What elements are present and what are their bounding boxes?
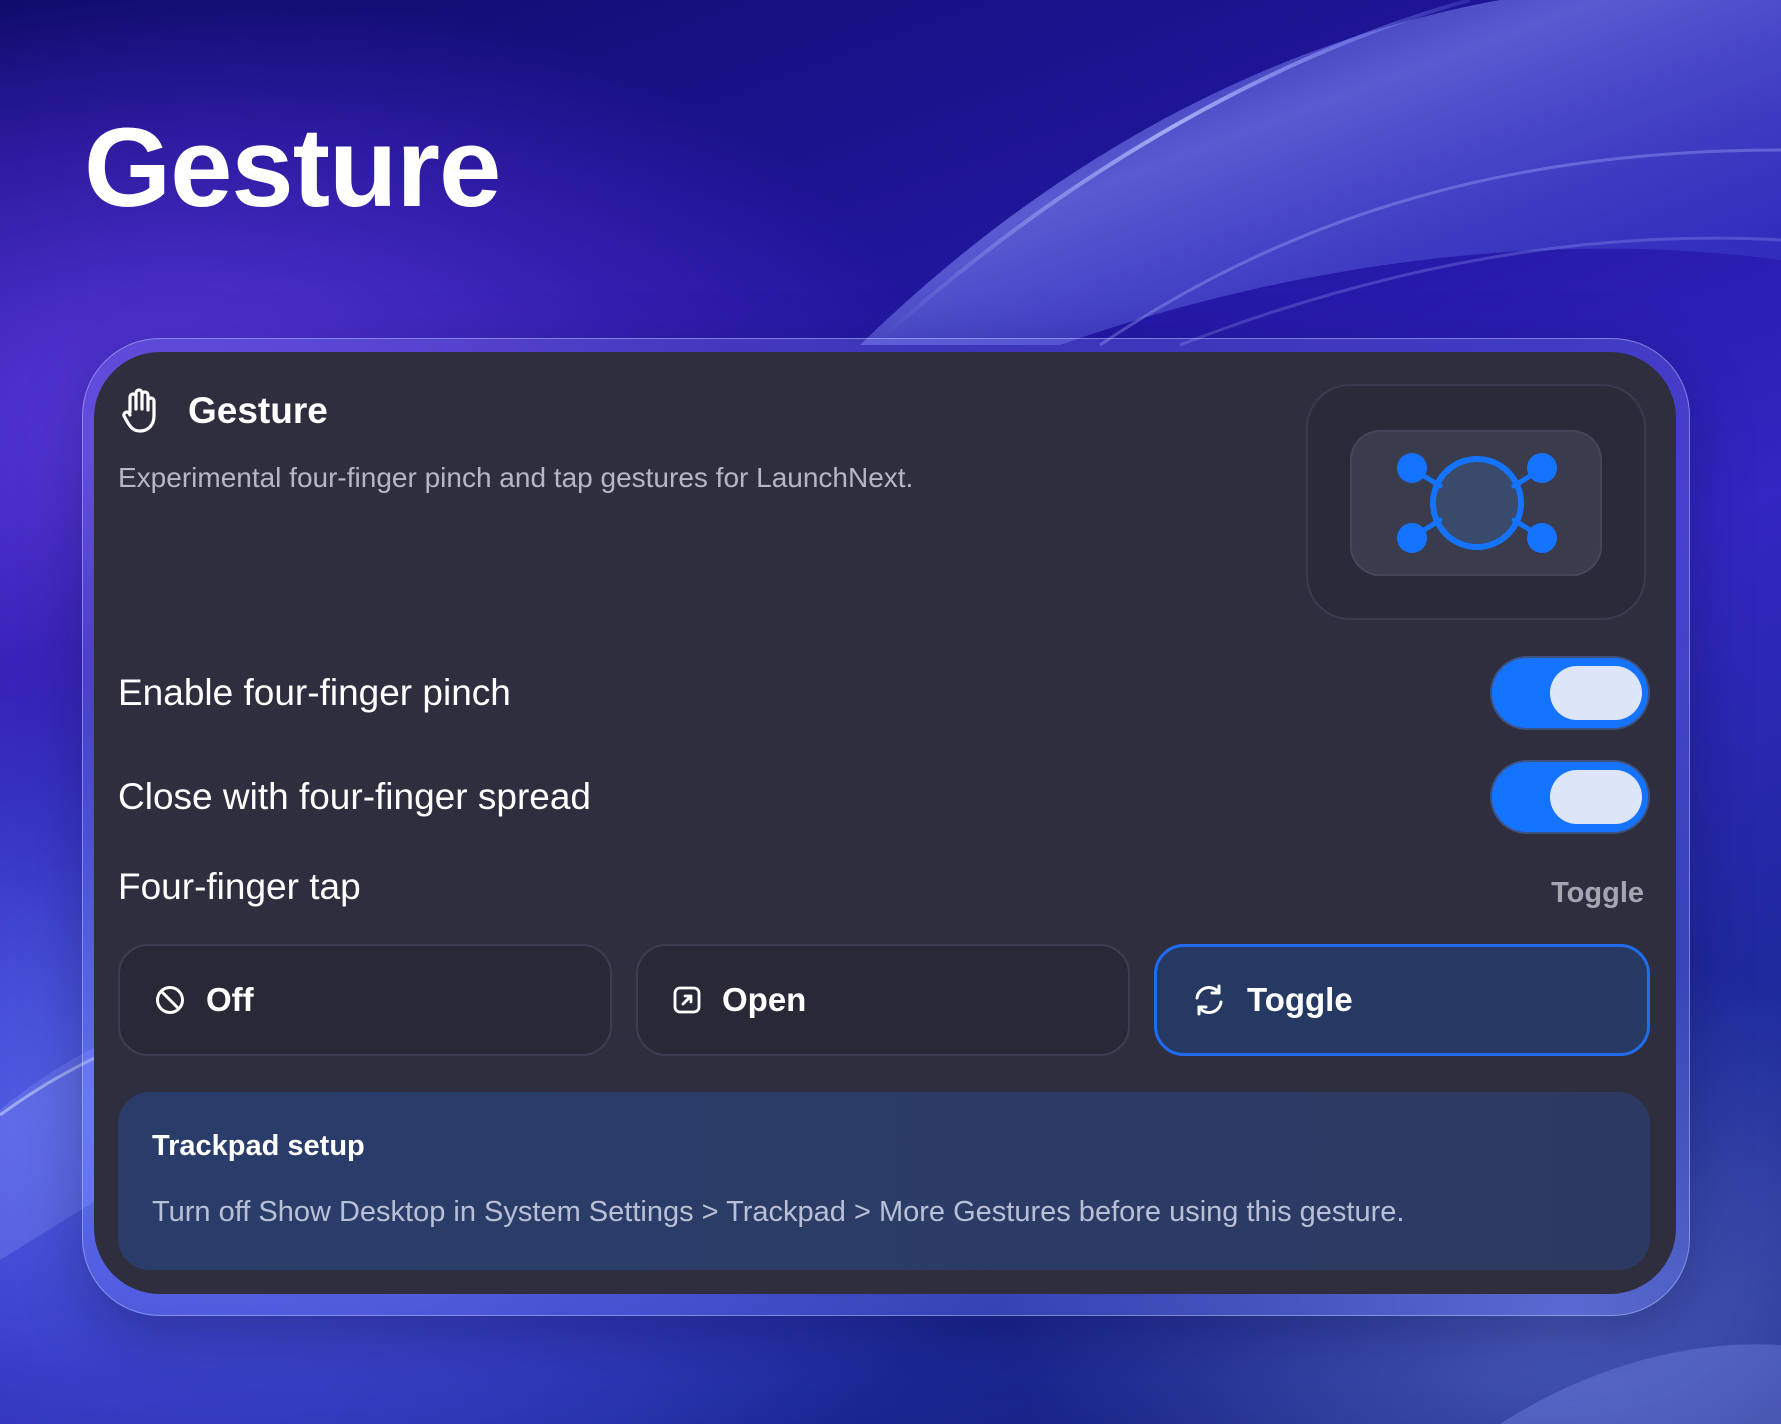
close-spread-toggle[interactable] [1492, 762, 1648, 832]
four-finger-pinch-icon [1397, 453, 1557, 553]
four-finger-tap-current-value: Toggle [1551, 877, 1644, 909]
trackpad-setup-notice: Trackpad setup Turn off Show Desktop in … [118, 1092, 1650, 1270]
hand-icon [122, 388, 156, 433]
enable-pinch-label: Enable four-finger pinch [118, 672, 511, 713]
four-finger-tap-label: Four-finger tap [118, 866, 361, 907]
tap-option-open-button[interactable]: Open [636, 944, 1130, 1056]
gesture-preview [1306, 384, 1646, 620]
tap-option-toggle-button[interactable]: Toggle [1154, 944, 1650, 1056]
toggle-knob [1550, 666, 1642, 720]
close-spread-label: Close with four-finger spread [118, 776, 591, 817]
toggle-knob [1550, 770, 1642, 824]
refresh-icon [1195, 984, 1223, 1016]
gesture-settings-card: Gesture Experimental four-finger pinch a… [94, 352, 1676, 1294]
card-subtitle: Experimental four-finger pinch and tap g… [118, 462, 914, 493]
gesture-preview-tile [1350, 430, 1602, 576]
enable-pinch-toggle[interactable] [1492, 658, 1648, 728]
page-heading: Gesture [84, 105, 501, 230]
prohibited-icon [156, 986, 184, 1014]
notice-text: Turn off Show Desktop in System Settings… [152, 1196, 1405, 1228]
tap-option-off-label: Off [206, 981, 254, 1018]
tap-option-open-label: Open [722, 981, 807, 1018]
tap-option-toggle-label: Toggle [1247, 981, 1353, 1018]
tap-option-off-button[interactable]: Off [118, 944, 612, 1056]
card-title: Gesture [188, 390, 328, 431]
open-arrow-icon [673, 986, 701, 1014]
notice-title: Trackpad setup [152, 1130, 365, 1162]
